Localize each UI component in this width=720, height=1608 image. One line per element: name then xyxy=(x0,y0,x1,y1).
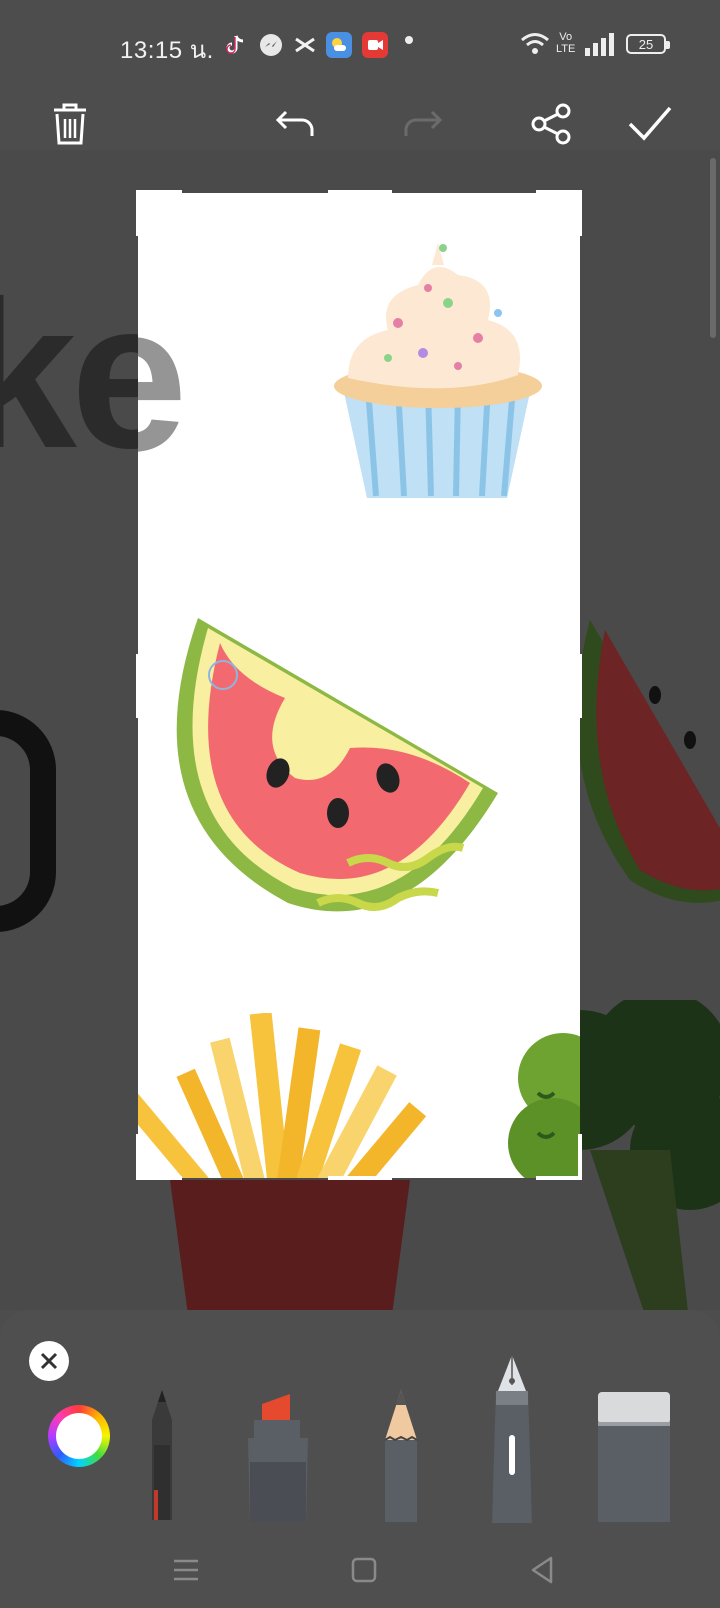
check-icon xyxy=(628,106,672,141)
share-button[interactable] xyxy=(520,92,584,156)
watermelon-sticker xyxy=(176,618,498,912)
capcut-icon xyxy=(292,32,318,58)
selected-color-swatch xyxy=(56,1413,102,1459)
status-bar: 13:15 น. Vo LTE 25 xyxy=(0,0,720,90)
fountain-pen-tool[interactable] xyxy=(484,1355,540,1523)
background-letter-shape xyxy=(0,710,56,932)
background-watermelon xyxy=(576,620,720,903)
close-icon xyxy=(40,1352,58,1370)
tiktok-icon xyxy=(222,32,248,58)
done-button[interactable] xyxy=(618,92,682,156)
crop-ghost-text: ke xyxy=(138,273,188,483)
undo-button[interactable] xyxy=(264,92,328,156)
trash-icon xyxy=(54,103,86,145)
marker-tool[interactable] xyxy=(240,1392,316,1522)
redo-button[interactable] xyxy=(390,92,454,156)
crop-handle-bottom-left[interactable] xyxy=(136,1176,182,1180)
crop-handle-bottom-center[interactable] xyxy=(328,1176,392,1180)
close-pen-panel-button[interactable] xyxy=(29,1341,69,1381)
home-button[interactable] xyxy=(342,1548,386,1592)
crop-handle-bottom-right[interactable] xyxy=(536,1176,582,1180)
color-picker-button[interactable] xyxy=(48,1405,110,1467)
weather-icon xyxy=(326,32,352,58)
recent-apps-icon xyxy=(174,1559,198,1581)
eraser-tool[interactable] xyxy=(596,1392,672,1522)
back-button[interactable] xyxy=(520,1548,564,1592)
signal-icon xyxy=(584,30,616,63)
crop-handle-top-right[interactable] xyxy=(536,190,582,194)
battery-level-text: 25 xyxy=(638,36,654,52)
crop-handle-right-center[interactable] xyxy=(578,654,582,718)
scrollbar[interactable] xyxy=(710,158,716,338)
back-icon xyxy=(531,1556,553,1584)
battery-icon: 25 xyxy=(626,34,670,54)
volte-bottom-text: LTE xyxy=(556,43,576,55)
crop-area[interactable]: ke xyxy=(138,193,580,1178)
recent-apps-button[interactable] xyxy=(164,1548,208,1592)
volte-label: Vo LTE xyxy=(556,31,575,55)
crop-handle-bottom-right-vertical[interactable] xyxy=(578,1134,582,1180)
notification-dot xyxy=(405,36,413,44)
pencil-tool[interactable] xyxy=(378,1390,424,1522)
touch-indicator xyxy=(208,660,238,690)
cupcake-sticker xyxy=(334,243,542,498)
status-time: 13:15 น. xyxy=(120,37,214,64)
crop-handle-top-left-vertical[interactable] xyxy=(136,190,140,236)
crop-handle-top-center[interactable] xyxy=(328,190,392,194)
home-icon xyxy=(351,1557,377,1583)
messenger-icon xyxy=(258,32,284,58)
redo-icon xyxy=(404,110,443,136)
broccoli-sticker xyxy=(508,1033,580,1178)
crop-handle-top-right-vertical[interactable] xyxy=(578,190,582,236)
wifi-icon xyxy=(520,30,550,63)
fries-sticker xyxy=(138,1013,427,1178)
volte-top-text: Vo xyxy=(559,31,573,43)
share-icon xyxy=(531,103,571,145)
crop-handle-bottom-left-vertical[interactable] xyxy=(136,1134,140,1180)
delete-button[interactable] xyxy=(38,92,102,156)
video-recorder-icon xyxy=(362,32,388,58)
crop-handle-top-left[interactable] xyxy=(136,190,182,194)
background-fries-box xyxy=(170,1180,410,1310)
ballpoint-pen-tool[interactable] xyxy=(140,1390,184,1520)
undo-icon xyxy=(275,110,314,136)
crop-handle-left-center[interactable] xyxy=(136,654,140,718)
